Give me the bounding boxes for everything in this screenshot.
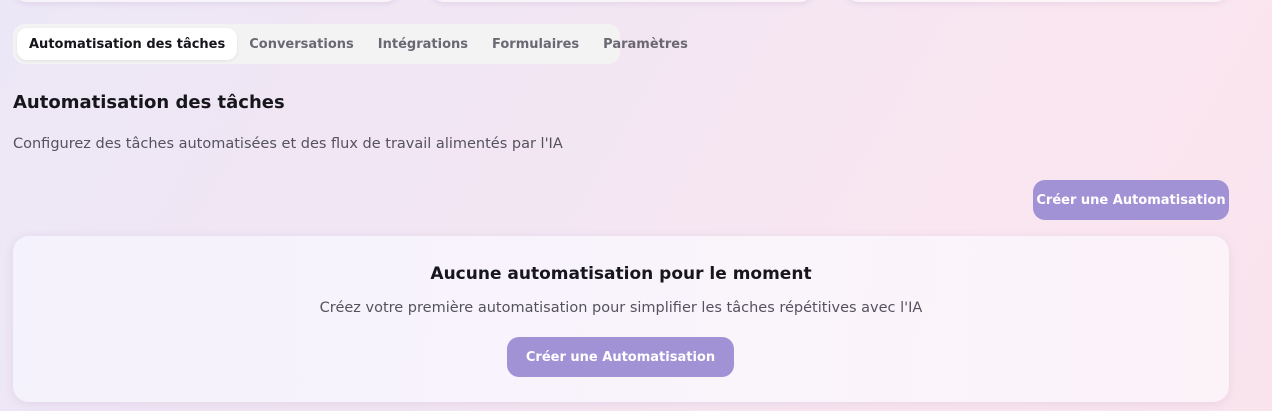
- empty-state-card: Aucune automatisation pour le moment Cré…: [13, 236, 1229, 402]
- top-card: [845, 0, 1229, 2]
- tab-task-automation[interactable]: Automatisation des tâches: [17, 28, 238, 60]
- empty-state-description: Créez votre première automatisation pour…: [319, 300, 923, 316]
- top-card: [13, 0, 399, 2]
- top-cards-strip: [0, 0, 1272, 2]
- empty-state-create-button[interactable]: Créer une Automatisation: [507, 337, 734, 377]
- page-title: Automatisation des tâches: [13, 92, 285, 113]
- create-automation-button[interactable]: Créer une Automatisation: [1033, 180, 1229, 220]
- tab-integrations[interactable]: Intégrations: [366, 28, 480, 60]
- tab-forms[interactable]: Formulaires: [480, 28, 591, 60]
- page-subtitle: Configurez des tâches automatisées et de…: [13, 136, 563, 152]
- tab-conversations[interactable]: Conversations: [237, 28, 366, 60]
- tab-bar: Automatisation des tâches Conversations …: [13, 24, 688, 64]
- top-card: [430, 0, 814, 2]
- tab-settings[interactable]: Paramètres: [591, 28, 700, 60]
- empty-state-title: Aucune automatisation pour le moment: [430, 264, 812, 284]
